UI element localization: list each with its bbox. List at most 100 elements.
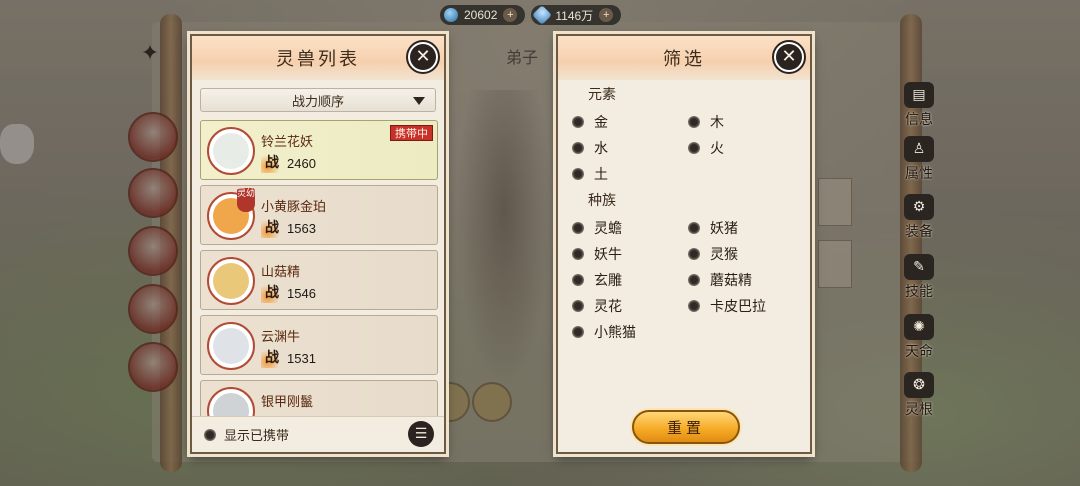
option-label: 蘑菇精 bbox=[710, 273, 752, 289]
tab-label: 信息 bbox=[905, 112, 933, 128]
radio-icon bbox=[688, 274, 700, 286]
pet-name: 铃兰花妖 bbox=[261, 135, 314, 150]
radio-icon bbox=[572, 116, 584, 128]
option-label: 灵蟾 bbox=[594, 221, 622, 237]
filter-title: 筛选 bbox=[663, 49, 705, 70]
radio-icon bbox=[572, 300, 584, 312]
add-gem-button[interactable]: + bbox=[599, 8, 614, 22]
reset-button[interactable]: 重置 bbox=[632, 410, 740, 444]
option-label: 妖牛 bbox=[594, 247, 622, 263]
tab-attributes[interactable]: ♙ 属性 bbox=[896, 136, 942, 188]
close-pet-list-button[interactable]: ✕ bbox=[406, 40, 440, 74]
option-label: 土 bbox=[594, 167, 608, 183]
option-label: 水 bbox=[594, 141, 608, 157]
radio-icon bbox=[688, 222, 700, 234]
pet-card[interactable]: 银甲刚鬣 bbox=[200, 380, 438, 416]
option-label: 卡皮巴拉 bbox=[710, 299, 766, 315]
filter-option-element[interactable]: 水 bbox=[572, 138, 608, 158]
radio-icon bbox=[688, 300, 700, 312]
pet-card[interactable]: 山菇精 战 1546 bbox=[200, 250, 438, 310]
tab-skills[interactable]: ✎ 技能 bbox=[896, 254, 942, 306]
pet-name: 银甲刚鬣 bbox=[261, 395, 314, 410]
tab-info[interactable]: ▤ 信息 bbox=[896, 82, 942, 134]
radio-icon bbox=[688, 116, 700, 128]
filter-option-race[interactable]: 小熊猫 bbox=[572, 322, 636, 342]
pet-card[interactable]: 铃兰花妖 战 2460 携带中 bbox=[200, 120, 438, 180]
option-label: 玄雕 bbox=[594, 273, 622, 289]
pet-list-footer: 显示已携带 ☰ bbox=[192, 416, 444, 452]
radio-icon bbox=[572, 168, 584, 180]
pet-card[interactable]: 灵幼 小黄豚金珀 战 1563 bbox=[200, 185, 438, 245]
filter-option-race[interactable]: 玄雕 bbox=[572, 270, 622, 290]
option-label: 灵花 bbox=[594, 299, 622, 315]
sort-dropdown-label: 战力顺序 bbox=[291, 94, 344, 110]
add-water-button[interactable]: + bbox=[503, 8, 518, 22]
filter-option-race[interactable]: 妖猪 bbox=[688, 218, 738, 238]
option-label: 灵猴 bbox=[710, 247, 738, 263]
pet-list-header: 灵兽列表 ✕ bbox=[192, 36, 444, 80]
pet-avatar bbox=[207, 387, 255, 416]
currency-water: 20602 + bbox=[440, 5, 526, 25]
filter-option-race[interactable]: 灵花 bbox=[572, 296, 622, 316]
option-label: 妖猪 bbox=[710, 221, 738, 237]
skill-book-icon: ✎ bbox=[904, 254, 934, 280]
pet-list-title: 灵兽列表 bbox=[276, 49, 360, 70]
pet-power: 战 1531 bbox=[261, 348, 316, 368]
radio-icon bbox=[688, 142, 700, 154]
show-carried-label: 显示已携带 bbox=[224, 429, 290, 444]
filter-option-race[interactable]: 蘑菇精 bbox=[688, 270, 752, 290]
filter-option-race[interactable]: 妖牛 bbox=[572, 244, 622, 264]
pet-power-value: 1546 bbox=[287, 285, 316, 301]
option-label: 木 bbox=[710, 115, 724, 131]
pet-power: 战 1546 bbox=[261, 283, 316, 303]
tab-equipment[interactable]: ⚙ 装备 bbox=[896, 194, 942, 246]
pet-list-panel: 灵兽列表 ✕ 战力顺序 铃兰花妖 战 2460 携带中 灵幼 小黄豚金珀 战 1… bbox=[190, 34, 446, 454]
filter-option-element[interactable]: 金 bbox=[572, 112, 608, 132]
filter-option-element[interactable]: 土 bbox=[572, 164, 608, 184]
info-book-icon: ▤ bbox=[904, 82, 934, 108]
filter-panel: 筛选 ✕ 元素 金 木 水 火 土 种族 灵蟾 妖猪 妖牛 灵猴 玄雕 蘑菇精 … bbox=[556, 34, 812, 454]
pet-power-value: 1563 bbox=[287, 220, 316, 236]
filter-option-race[interactable]: 灵猴 bbox=[688, 244, 738, 264]
water-drop-icon bbox=[444, 8, 458, 22]
currency-bar: 20602 + 1146万 + bbox=[440, 5, 622, 25]
close-filter-button[interactable]: ✕ bbox=[772, 40, 806, 74]
radio-icon bbox=[688, 248, 700, 260]
option-label: 小熊猫 bbox=[594, 325, 636, 341]
close-icon: ✕ bbox=[410, 44, 436, 70]
pet-power: 战 2460 bbox=[261, 153, 316, 173]
list-view-icon[interactable]: ☰ bbox=[408, 421, 434, 447]
tab-label: 灵根 bbox=[905, 402, 933, 418]
pet-name: 小黄豚金珀 bbox=[261, 200, 327, 215]
pet-avatar bbox=[207, 127, 255, 175]
spirit-root-icon: ❂ bbox=[904, 372, 934, 398]
tab-label: 技能 bbox=[905, 284, 933, 300]
radio-icon bbox=[572, 222, 584, 234]
close-icon: ✕ bbox=[776, 44, 802, 70]
tab-label: 装备 bbox=[905, 224, 933, 240]
pet-card[interactable]: 云渊牛 战 1531 bbox=[200, 315, 438, 375]
radio-icon bbox=[572, 142, 584, 154]
equipment-bag-icon: ⚙ bbox=[904, 194, 934, 220]
tab-destiny[interactable]: ✺ 天命 bbox=[896, 314, 942, 366]
tab-label: 属性 bbox=[905, 166, 933, 182]
radio-icon bbox=[572, 274, 584, 286]
filter-option-element[interactable]: 火 bbox=[688, 138, 724, 158]
tab-spirit-root[interactable]: ❂ 灵根 bbox=[896, 372, 942, 424]
dropdown-arrow-icon bbox=[413, 97, 425, 105]
option-label: 金 bbox=[594, 115, 608, 131]
currency-gem: 1146万 + bbox=[531, 5, 622, 25]
sort-dropdown[interactable]: 战力顺序 bbox=[200, 88, 436, 112]
gem-icon bbox=[532, 5, 553, 25]
currency-gem-value: 1146万 bbox=[555, 8, 594, 23]
destiny-icon: ✺ bbox=[904, 314, 934, 340]
show-carried-radio[interactable] bbox=[204, 428, 216, 441]
filter-option-race[interactable]: 卡皮巴拉 bbox=[688, 296, 766, 316]
filter-option-race[interactable]: 灵蟾 bbox=[572, 218, 622, 238]
pet-power: 战 1563 bbox=[261, 218, 316, 238]
pet-list[interactable]: 铃兰花妖 战 2460 携带中 灵幼 小黄豚金珀 战 1563 山菇精 战 15… bbox=[200, 120, 438, 416]
pet-avatar bbox=[207, 257, 255, 305]
filter-option-element[interactable]: 木 bbox=[688, 112, 724, 132]
juvenile-badge: 灵幼 bbox=[237, 188, 255, 212]
combat-power-icon: 战 bbox=[261, 218, 283, 238]
